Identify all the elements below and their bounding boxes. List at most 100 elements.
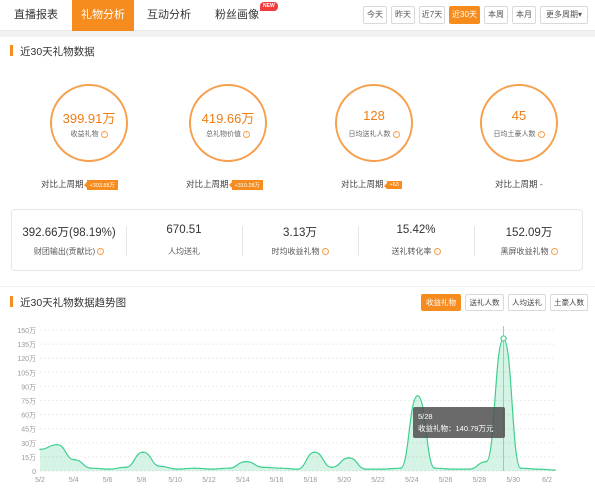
y-tick-label: 0 [32, 469, 36, 476]
period-7days-button[interactable]: 近7天 [419, 6, 445, 24]
info-icon[interactable]: ! [243, 130, 250, 138]
daily-givers-label: 日均送礼人数 [348, 131, 391, 138]
metric-avg-gift-button[interactable]: 人均送礼 [508, 294, 546, 311]
total-gift-value: 419.66万 [201, 111, 255, 126]
compare-badge: +303.88万 [83, 179, 119, 190]
info-icon[interactable]: ! [100, 130, 108, 138]
trend-title: 近30天礼物数据趋势图 [20, 297, 127, 309]
data-point [176, 468, 179, 470]
x-tick-label: 5/16 [270, 477, 284, 484]
x-tick-label: 5/6 [103, 477, 113, 484]
daily-whales-value: 45 [511, 108, 527, 123]
period-more-label: 更多周期 [545, 10, 578, 19]
data-point [142, 451, 144, 453]
data-point [193, 467, 196, 469]
gift-income-circle: 399.91万 收益礼物! [50, 84, 128, 162]
y-tick-label: 75万 [21, 398, 36, 406]
data-point [90, 467, 93, 469]
daily-givers-circle: 128 日均送礼人数! [335, 84, 413, 162]
gift-income-compare: 对比上周期 +303.88万 [41, 178, 119, 190]
stat-label-wrap: 黑屏收益礼物! [474, 246, 584, 257]
y-tick-label: 90万 [21, 383, 36, 391]
period-today-button[interactable]: 今天 [363, 6, 387, 24]
daily-givers-compare: 对比上周期 +63 [341, 178, 402, 190]
compare-label: 对比上周期 [41, 179, 84, 189]
trend-chart[interactable]: 0 15万 30万 45万 60万 75万 90万 105万 120万 135万 150万 5/2 5/… [0, 318, 595, 500]
period-this-week-button[interactable]: 本周 [484, 6, 508, 24]
data-point [228, 467, 230, 469]
info-icon[interactable]: ! [97, 248, 105, 256]
data-point [296, 468, 299, 470]
metric-whales-button[interactable]: 土豪人数 [550, 294, 588, 311]
daily-whales-compare: 对比上周期 - [495, 178, 543, 190]
chevron-down-icon: ▾ [577, 10, 582, 19]
metric-gift-income-button[interactable]: 收益礼物 [421, 294, 461, 311]
gift-income-value: 399.91万 [62, 111, 116, 126]
data-point [331, 466, 333, 469]
y-tick-label: 120万 [17, 355, 36, 363]
data-point [399, 467, 402, 469]
info-icon[interactable]: ! [321, 248, 329, 256]
data-point [279, 467, 282, 469]
data-point [485, 460, 488, 463]
x-tick-label: 5/20 [337, 477, 351, 484]
stat-label-wrap: 时均收益礼物! [242, 246, 358, 257]
stat-label: 送礼转化率 [391, 247, 432, 256]
y-tick-label: 135万 [17, 341, 36, 349]
data-point [39, 448, 41, 451]
stat-blackscreen-income: 152.09万 黑屏收益礼物! [474, 210, 584, 272]
period-yesterday-button[interactable]: 昨天 [391, 6, 415, 24]
data-point [554, 469, 556, 471]
y-tick-label: 45万 [21, 426, 36, 434]
tooltip-value: 收益礼物：140.79万元 [418, 424, 494, 433]
compare-label: 对比上周期 [341, 179, 384, 189]
stat-conversion-rate: 15.42% 送礼转化率! [358, 210, 474, 272]
data-point [434, 467, 436, 469]
x-tick-label: 5/26 [439, 477, 453, 484]
total-gift-value-circle: 419.66万 总礼物价值! [189, 84, 267, 162]
info-icon[interactable]: ! [392, 130, 400, 138]
x-tick-label: 5/12 [202, 477, 216, 484]
data-point [262, 466, 264, 469]
compare-label: 对比上周期 [186, 179, 229, 189]
data-point [159, 465, 161, 468]
tab-interaction-analysis[interactable]: 互动分析 [136, 0, 202, 31]
section-marker [10, 45, 13, 56]
info-icon[interactable]: ! [537, 130, 545, 138]
stat-value: 15.42% [396, 224, 436, 236]
data-point [537, 468, 539, 470]
stat-label-wrap: 财团输出(贡献比)! [12, 246, 126, 257]
daily-givers-label-wrap: 日均送礼人数! [337, 129, 411, 139]
data-point [313, 451, 316, 453]
data-point [73, 458, 76, 461]
compare-badge: +63 [383, 180, 402, 189]
daily-givers-value: 128 [363, 108, 385, 123]
tab-live-report[interactable]: 直播报表 [0, 0, 72, 31]
x-tick-label: 5/18 [304, 477, 318, 484]
info-icon[interactable]: ! [433, 248, 441, 256]
compare-badge: +310.28万 [228, 179, 264, 190]
period-more-dropdown[interactable]: 更多周期▾ [540, 6, 588, 24]
stat-label: 人均送礼 [168, 247, 200, 256]
daily-whales-label: 日均土豪人数 [493, 131, 536, 138]
tooltip-date: 5/28 [418, 412, 433, 421]
data-point [519, 467, 522, 469]
section-marker [10, 296, 13, 307]
data-point [210, 468, 213, 470]
stat-value: 392.66万(98.19%) [22, 227, 116, 239]
metric-givers-button[interactable]: 送礼人数 [465, 294, 504, 311]
y-tick-label: 150万 [17, 327, 36, 335]
info-icon[interactable]: ! [550, 248, 558, 256]
data-point [416, 395, 419, 397]
x-tick-label: 5/4 [69, 477, 79, 484]
x-tick-label: 5/22 [371, 477, 385, 484]
highlight-point [500, 335, 507, 342]
data-point [107, 468, 110, 470]
period-30days-button[interactable]: 近30天 [449, 6, 480, 24]
period-this-month-button[interactable]: 本月 [512, 6, 536, 24]
x-tick-label: 5/8 [137, 477, 147, 484]
x-tick-label: 5/2 [35, 477, 45, 484]
tab-gift-analysis[interactable]: 礼物分析 [72, 0, 134, 31]
total-gift-compare: 对比上周期 +310.28万 [186, 178, 264, 190]
total-gift-label: 总礼物价值 [206, 131, 241, 138]
